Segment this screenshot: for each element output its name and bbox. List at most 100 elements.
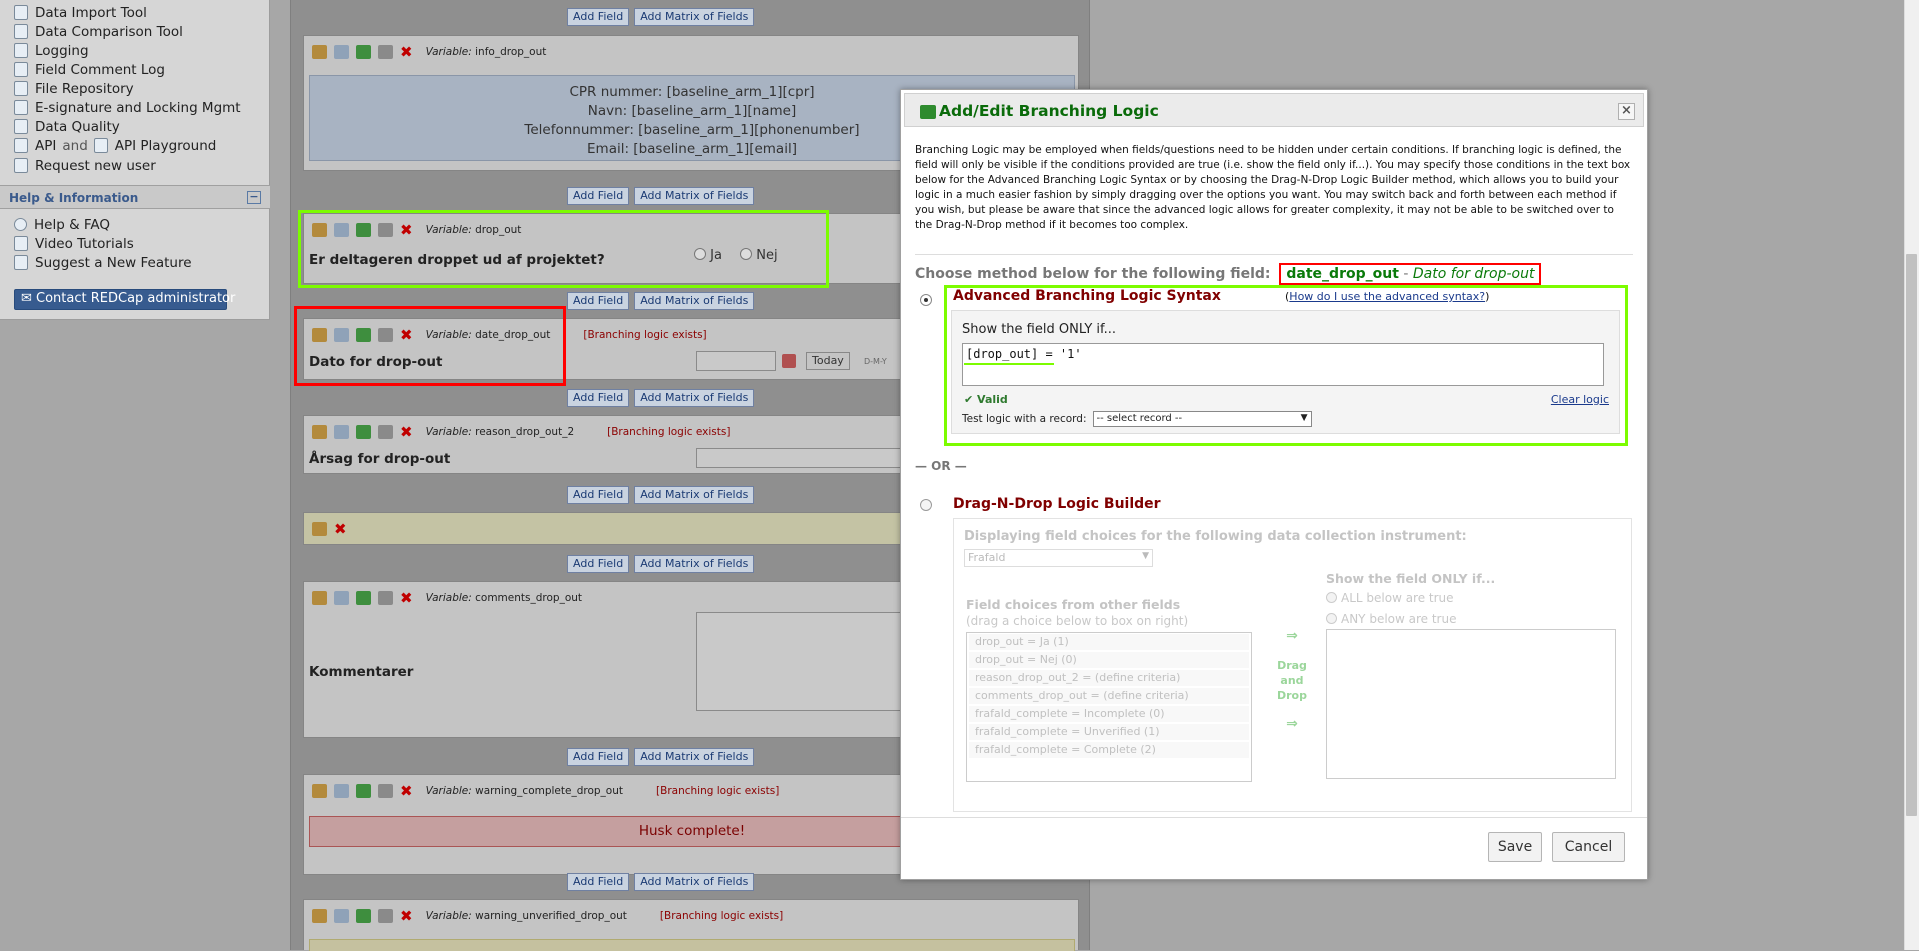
choose-method-label: Choose method below for the following fi… [915,254,1633,285]
collapse-icon[interactable]: − [247,191,261,204]
date-input[interactable] [696,351,776,371]
add-matrix-button[interactable]: Add Matrix of Fields [634,8,755,26]
branching-icon [920,105,936,119]
field-toolbar: ✖ [312,522,347,537]
log-icon [14,43,28,58]
close-button[interactable]: × [1618,103,1635,120]
add-matrix-button[interactable]: Add Matrix of Fields [634,187,755,205]
today-button[interactable]: Today [806,352,850,370]
edit-icon[interactable] [312,591,327,605]
edit-icon[interactable] [312,425,327,439]
move-icon[interactable] [378,591,393,605]
sidebar-item-data-quality[interactable]: Data Quality [14,117,120,136]
add-field-button[interactable]: Add Field [567,292,630,310]
edit-icon[interactable] [312,909,327,923]
highlight-drop-out [298,210,829,288]
help-item-faq[interactable]: Help & FAQ [14,215,110,234]
copy-icon[interactable] [334,784,349,798]
all-true-radio[interactable] [1326,592,1337,603]
branching-icon[interactable] [356,591,371,605]
help-item-suggest[interactable]: Suggest a New Feature [14,253,192,272]
save-button[interactable]: Save [1488,832,1542,862]
delete-icon[interactable]: ✖ [400,425,413,440]
add-field-button[interactable]: Add Field [567,873,630,891]
sidebar-item-file-repository[interactable]: File Repository [14,79,134,98]
api-link[interactable]: API [35,138,56,154]
add-matrix-button[interactable]: Add Matrix of Fields [634,486,755,504]
add-matrix-button[interactable]: Add Matrix of Fields [634,292,755,310]
branching-icon[interactable] [356,784,371,798]
list-item[interactable]: frafald_complete = Incomplete (0) [969,706,1249,723]
list-item[interactable]: reason_drop_out_2 = (define criteria) [969,670,1249,687]
scrollbar-thumb[interactable] [1906,254,1917,816]
copy-icon[interactable] [334,425,349,439]
sidebar-item-esignature[interactable]: E-signature and Locking Mgmt [14,98,241,117]
clear-logic-link[interactable]: Clear logic [1551,393,1609,406]
instrument-select[interactable]: Frafald ▼ [964,549,1153,567]
question-icon [14,218,27,231]
add-field-button[interactable]: Add Field [567,486,630,504]
add-field-button[interactable]: Add Field [567,187,630,205]
branching-exists-note: [Branching logic exists] [607,426,731,438]
list-item[interactable]: comments_drop_out = (define criteria) [969,688,1249,705]
add-field-button[interactable]: Add Field [567,748,630,766]
sidebar-item-data-import[interactable]: Data Import Tool [14,3,147,22]
sidebar-item-logging[interactable]: Logging [14,41,89,60]
advanced-radio[interactable] [920,294,932,306]
key-icon [14,100,28,115]
edit-icon[interactable] [312,522,327,536]
calendar-icon[interactable] [782,354,796,368]
target-field: date_drop_out - Dato for drop-out [1279,263,1542,285]
add-field-row: Add Field Add Matrix of Fields [567,187,755,205]
move-icon[interactable] [378,45,393,59]
delete-icon[interactable]: ✖ [334,522,347,537]
sidebar-item-data-comparison[interactable]: Data Comparison Tool [14,22,183,41]
help-item-video[interactable]: Video Tutorials [14,234,134,253]
add-matrix-button[interactable]: Add Matrix of Fields [634,748,755,766]
add-matrix-button[interactable]: Add Matrix of Fields [634,873,755,891]
edit-icon[interactable] [312,784,327,798]
branching-icon[interactable] [356,425,371,439]
copy-icon[interactable] [334,591,349,605]
move-icon[interactable] [378,784,393,798]
logic-textarea[interactable]: [drop_out] = '1' [962,343,1604,386]
list-item[interactable]: drop_out = Ja (1) [969,634,1249,651]
branching-icon[interactable] [356,909,371,923]
contact-admin-button[interactable]: ✉ Contact REDCap administrator [14,289,235,310]
test-record-select[interactable]: -- select record -- ▼ [1092,411,1312,427]
add-matrix-button[interactable]: Add Matrix of Fields [634,555,755,573]
api-playground-link[interactable]: API Playground [115,138,217,154]
delete-icon[interactable]: ✖ [400,909,413,924]
list-item[interactable]: frafald_complete = Unverified (1) [969,724,1249,741]
edit-icon[interactable] [312,45,327,59]
sidebar-item-field-comment-log[interactable]: Field Comment Log [14,60,165,79]
delete-icon[interactable]: ✖ [400,591,413,606]
cancel-button[interactable]: Cancel [1552,832,1625,862]
comment-icon [14,62,28,77]
add-field-button[interactable]: Add Field [567,389,630,407]
copy-icon[interactable] [334,45,349,59]
advanced-help-link[interactable]: How do I use the advanced syntax? [1289,290,1485,303]
dnd-radio[interactable] [920,499,932,511]
add-matrix-button[interactable]: Add Matrix of Fields [634,389,755,407]
add-field-row: Add Field Add Matrix of Fields [567,389,755,407]
field-toolbar: ✖ Variable: warning_unverified_drop_out … [312,909,783,924]
sidebar-item-request-user[interactable]: Request new user [14,156,156,175]
logic-drop-target[interactable] [1326,629,1616,779]
move-icon[interactable] [378,909,393,923]
any-true-radio[interactable] [1326,613,1337,624]
add-field-button[interactable]: Add Field [567,555,630,573]
field-label: Kommentarer [309,664,414,680]
delete-icon[interactable]: ✖ [400,784,413,799]
list-item[interactable]: frafald_complete = Complete (2) [969,742,1249,759]
advanced-help: (How do I use the advanced syntax?) [1285,290,1490,303]
or-divider: — OR — [915,459,967,473]
branching-icon[interactable] [356,45,371,59]
copy-icon[interactable] [334,909,349,923]
move-icon[interactable] [378,425,393,439]
add-field-row: Add Field Add Matrix of Fields [567,873,755,891]
add-field-row: Add Field Add Matrix of Fields [567,486,755,504]
delete-icon[interactable]: ✖ [400,45,413,60]
add-field-button[interactable]: Add Field [567,8,630,26]
list-item[interactable]: drop_out = Nej (0) [969,652,1249,669]
